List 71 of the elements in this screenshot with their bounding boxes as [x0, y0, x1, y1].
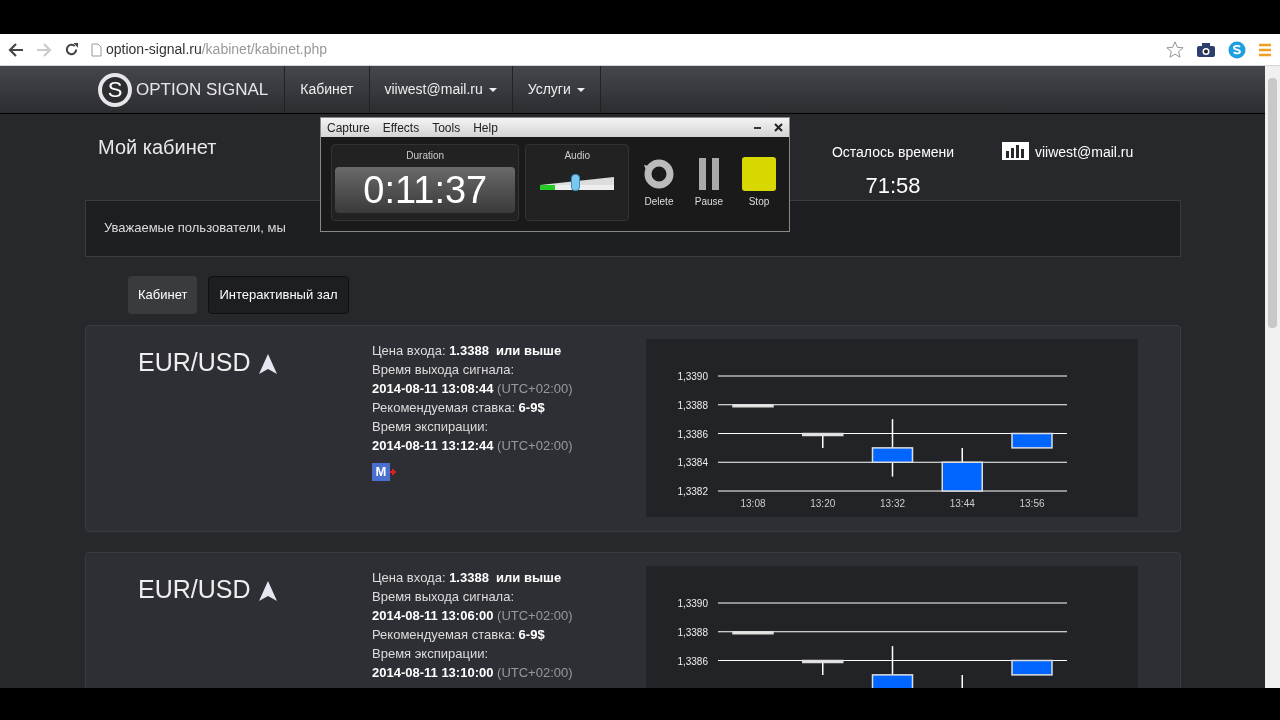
stake: Рекомендуемая ставка: 6-9$ — [372, 399, 545, 417]
user-email[interactable]: viiwest@mail.ru — [1035, 142, 1134, 163]
delete-button[interactable]: Delete — [639, 144, 679, 221]
scrollbar[interactable] — [1265, 66, 1280, 688]
close-icon[interactable] — [774, 123, 783, 132]
page-title: Мой кабинет — [98, 135, 217, 160]
plus-icon — [390, 469, 396, 475]
y-axis-label: 1,3382 — [677, 486, 708, 497]
menu-item[interactable]: Tools — [432, 118, 461, 137]
bar-chart-icon — [1002, 142, 1029, 160]
y-axis-label: 1,3388 — [677, 399, 708, 411]
expiry-time: 2014-08-11 13:10:00 (UTC+02:00) — [372, 664, 573, 682]
star-icon[interactable] — [1166, 40, 1184, 59]
tab[interactable]: Кабинет — [128, 276, 198, 314]
page-icon — [91, 42, 102, 57]
nav-link[interactable]: Кабинет — [285, 66, 370, 113]
stake: Рекомендуемая ставка: 6-9$ — [372, 626, 545, 644]
x-axis-label: 13:44 — [949, 498, 975, 509]
signal-time-label: Время выхода сигнала: — [372, 588, 515, 606]
expiry-time-label: Время экспирации: — [372, 645, 489, 663]
entry-price: Цена входа: 1.3388 или выше — [372, 342, 562, 360]
candlestick — [732, 631, 774, 635]
address-bar[interactable]: option-signal.ru/kabinet/kabinet.php — [106, 39, 328, 60]
y-axis-label: 1,3390 — [677, 598, 708, 609]
brand-name[interactable]: OPTION SIGNAL — [136, 76, 269, 103]
reload-icon[interactable] — [64, 42, 79, 57]
x-axis-label: 13:56 — [1019, 498, 1045, 509]
x-axis-label: 13:20 — [810, 498, 836, 509]
tab[interactable]: Интерактивный зал — [208, 276, 349, 314]
skype-icon[interactable] — [1228, 40, 1246, 59]
pause-icon — [697, 156, 721, 191]
up-arrow-icon — [258, 581, 277, 601]
notice-text: Уважаемые пользователи, мы — [104, 218, 286, 237]
y-axis-label: 1,3388 — [677, 626, 708, 638]
volume-slider-thumb[interactable] — [570, 174, 580, 191]
signal-time: 2014-08-11 13:08:44 (UTC+02:00) — [372, 380, 573, 398]
candlestick — [732, 404, 774, 408]
y-axis-label: 1,3386 — [677, 428, 708, 440]
entry-price: Цена входа: 1.3388 или выше — [372, 569, 562, 587]
camera-icon[interactable] — [1196, 41, 1216, 58]
currency-pair: EUR/USD — [138, 347, 251, 378]
menu-item[interactable]: Capture — [327, 118, 370, 137]
pause-button[interactable]: Pause — [689, 144, 729, 221]
back-icon[interactable] — [8, 42, 24, 57]
logo-icon: S — [98, 72, 132, 107]
expiry-time-label: Время экспирации: — [372, 418, 489, 436]
menu-item[interactable]: Effects — [382, 118, 420, 137]
x-axis-label: 13:32 — [880, 498, 905, 509]
timer-value: 71:58 — [865, 172, 921, 200]
nav-link[interactable]: Услуги — [512, 66, 601, 113]
share-badge[interactable]: M — [372, 463, 390, 481]
y-axis-label: 1,3384 — [677, 457, 708, 469]
nav-link[interactable]: viiwest@mail.ru — [369, 66, 513, 113]
duration-display: 0:11:37 — [335, 167, 516, 213]
stop-button[interactable]: Stop — [739, 144, 779, 221]
y-axis-label: 1,3390 — [677, 371, 708, 382]
currency-pair: EUR/USD — [138, 574, 251, 605]
x-axis-label: 13:08 — [740, 498, 766, 509]
candlestick — [1011, 659, 1053, 676]
stop-icon — [742, 156, 776, 191]
timer-label: Осталось времени — [831, 143, 955, 162]
expiry-time: 2014-08-11 13:12:44 (UTC+02:00) — [372, 437, 573, 455]
duration-label: Duration — [406, 149, 445, 163]
menu-item[interactable]: Help — [473, 118, 498, 137]
signal-time: 2014-08-11 13:06:00 (UTC+02:00) — [372, 607, 573, 625]
minimize-icon[interactable] — [754, 126, 761, 129]
up-arrow-icon — [258, 354, 277, 374]
signal-time-label: Время выхода сигнала: — [372, 361, 515, 379]
candlestick — [1011, 432, 1053, 449]
y-axis-label: 1,3386 — [677, 655, 708, 667]
audio-label: Audio — [564, 149, 590, 163]
